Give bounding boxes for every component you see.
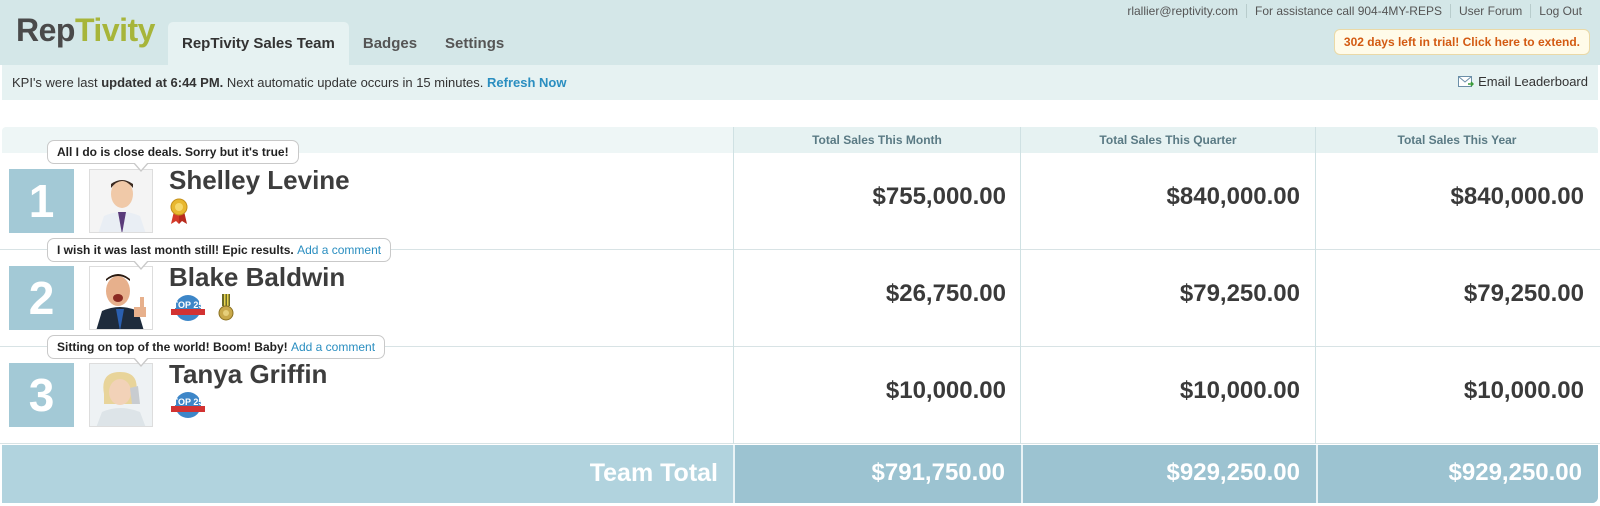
logout-link[interactable]: Log Out <box>1530 4 1590 18</box>
sales-month: $26,750.00 <box>885 280 1006 307</box>
sales-quarter: $79,250.00 <box>1179 280 1300 307</box>
column-divider <box>1020 127 1021 444</box>
email-icon <box>1458 76 1475 87</box>
svg-text:TOP 25: TOP 25 <box>173 397 204 407</box>
sales-month: $10,000.00 <box>885 377 1006 404</box>
rep-name[interactable]: Shelley Levine <box>169 165 350 196</box>
column-divider <box>1315 127 1316 444</box>
total-month: $791,750.00 <box>871 459 1005 486</box>
sales-year: $840,000.00 <box>1450 183 1584 210</box>
total-quarter: $929,250.00 <box>1166 459 1300 486</box>
top-links: rlallier@reptivity.com For assistance ca… <box>1119 4 1590 18</box>
sales-month: $755,000.00 <box>872 183 1006 210</box>
email-leaderboard-link[interactable]: Email Leaderboard <box>1458 74 1588 89</box>
rep-name[interactable]: Tanya Griffin <box>169 359 327 390</box>
tab-settings[interactable]: Settings <box>431 22 518 65</box>
avatar[interactable] <box>89 266 153 330</box>
avatar[interactable] <box>89 363 153 427</box>
assistance-text: For assistance call 904-4MY-REPS <box>1245 4 1450 18</box>
table-row: 1 Shelley Levine $755,000.00 $840,000.00… <box>0 153 1600 250</box>
add-comment-link[interactable]: Add a comment <box>297 243 381 257</box>
top-bar: RepTivity RepTivity Sales Team Badges Se… <box>0 0 1600 65</box>
tab-badges[interactable]: Badges <box>349 22 431 65</box>
svg-text:TOP 25: TOP 25 <box>173 300 204 310</box>
comment-bubble[interactable]: Sitting on top of the world! Boom! Baby!… <box>47 335 386 367</box>
reptivity-logo[interactable]: RepTivity <box>16 12 155 49</box>
medal-icon[interactable] <box>217 294 235 322</box>
column-divider <box>733 127 734 444</box>
kpi-info-bar: KPI's were last updated at 6:44 PM. Next… <box>2 65 1598 100</box>
add-comment-link[interactable]: Add a comment <box>291 340 375 354</box>
kpi-update-message: KPI's were last updated at 6:44 PM. Next… <box>12 75 567 90</box>
badge-list: TOP 25 <box>169 391 207 419</box>
refresh-now-link[interactable]: Refresh Now <box>487 75 566 90</box>
sales-year: $10,000.00 <box>1463 377 1584 404</box>
badge-list <box>169 197 189 225</box>
comment-bubble[interactable]: I wish it was last month still! Epic res… <box>47 238 392 270</box>
table-row: 3 Tanya Griffin TOP 25 $10,000.00 $10,00… <box>0 347 1600 444</box>
col-header-quarter[interactable]: Total Sales This Quarter <box>1021 127 1315 153</box>
sales-quarter: $840,000.00 <box>1166 183 1300 210</box>
user-email-link[interactable]: rlallier@reptivity.com <box>1119 4 1246 18</box>
team-total-row: Team Total $791,750.00 $929,250.00 $929,… <box>2 445 1598 503</box>
main-tabs: RepTivity Sales Team Badges Settings <box>168 22 518 65</box>
badge-list: TOP 25 <box>169 294 235 322</box>
rank-badge: 3 <box>9 363 74 427</box>
sales-year: $79,250.00 <box>1463 280 1584 307</box>
table-row: 2 Blake Baldwin TOP 25 $26,750.00 $79,25… <box>0 250 1600 347</box>
user-forum-link[interactable]: User Forum <box>1449 4 1530 18</box>
rank-badge: 1 <box>9 169 74 233</box>
comment-bubble[interactable]: All I do is close deals. Sorry but it's … <box>47 140 299 172</box>
col-header-month[interactable]: Total Sales This Month <box>734 127 1020 153</box>
avatar[interactable] <box>89 169 153 233</box>
rep-name[interactable]: Blake Baldwin <box>169 262 345 293</box>
top25-badge-icon[interactable]: TOP 25 <box>169 294 207 322</box>
trial-extend-button[interactable]: 302 days left in trial! Click here to ex… <box>1333 29 1590 55</box>
top25-badge-icon[interactable]: TOP 25 <box>169 391 207 419</box>
rank-badge: 2 <box>9 266 74 330</box>
ribbon-award-icon[interactable] <box>169 197 189 225</box>
team-total-label: Team Total <box>589 459 718 487</box>
sales-quarter: $10,000.00 <box>1179 377 1300 404</box>
total-year: $929,250.00 <box>1448 459 1582 486</box>
tab-sales-team[interactable]: RepTivity Sales Team <box>168 22 349 65</box>
col-header-year[interactable]: Total Sales This Year <box>1316 127 1598 153</box>
